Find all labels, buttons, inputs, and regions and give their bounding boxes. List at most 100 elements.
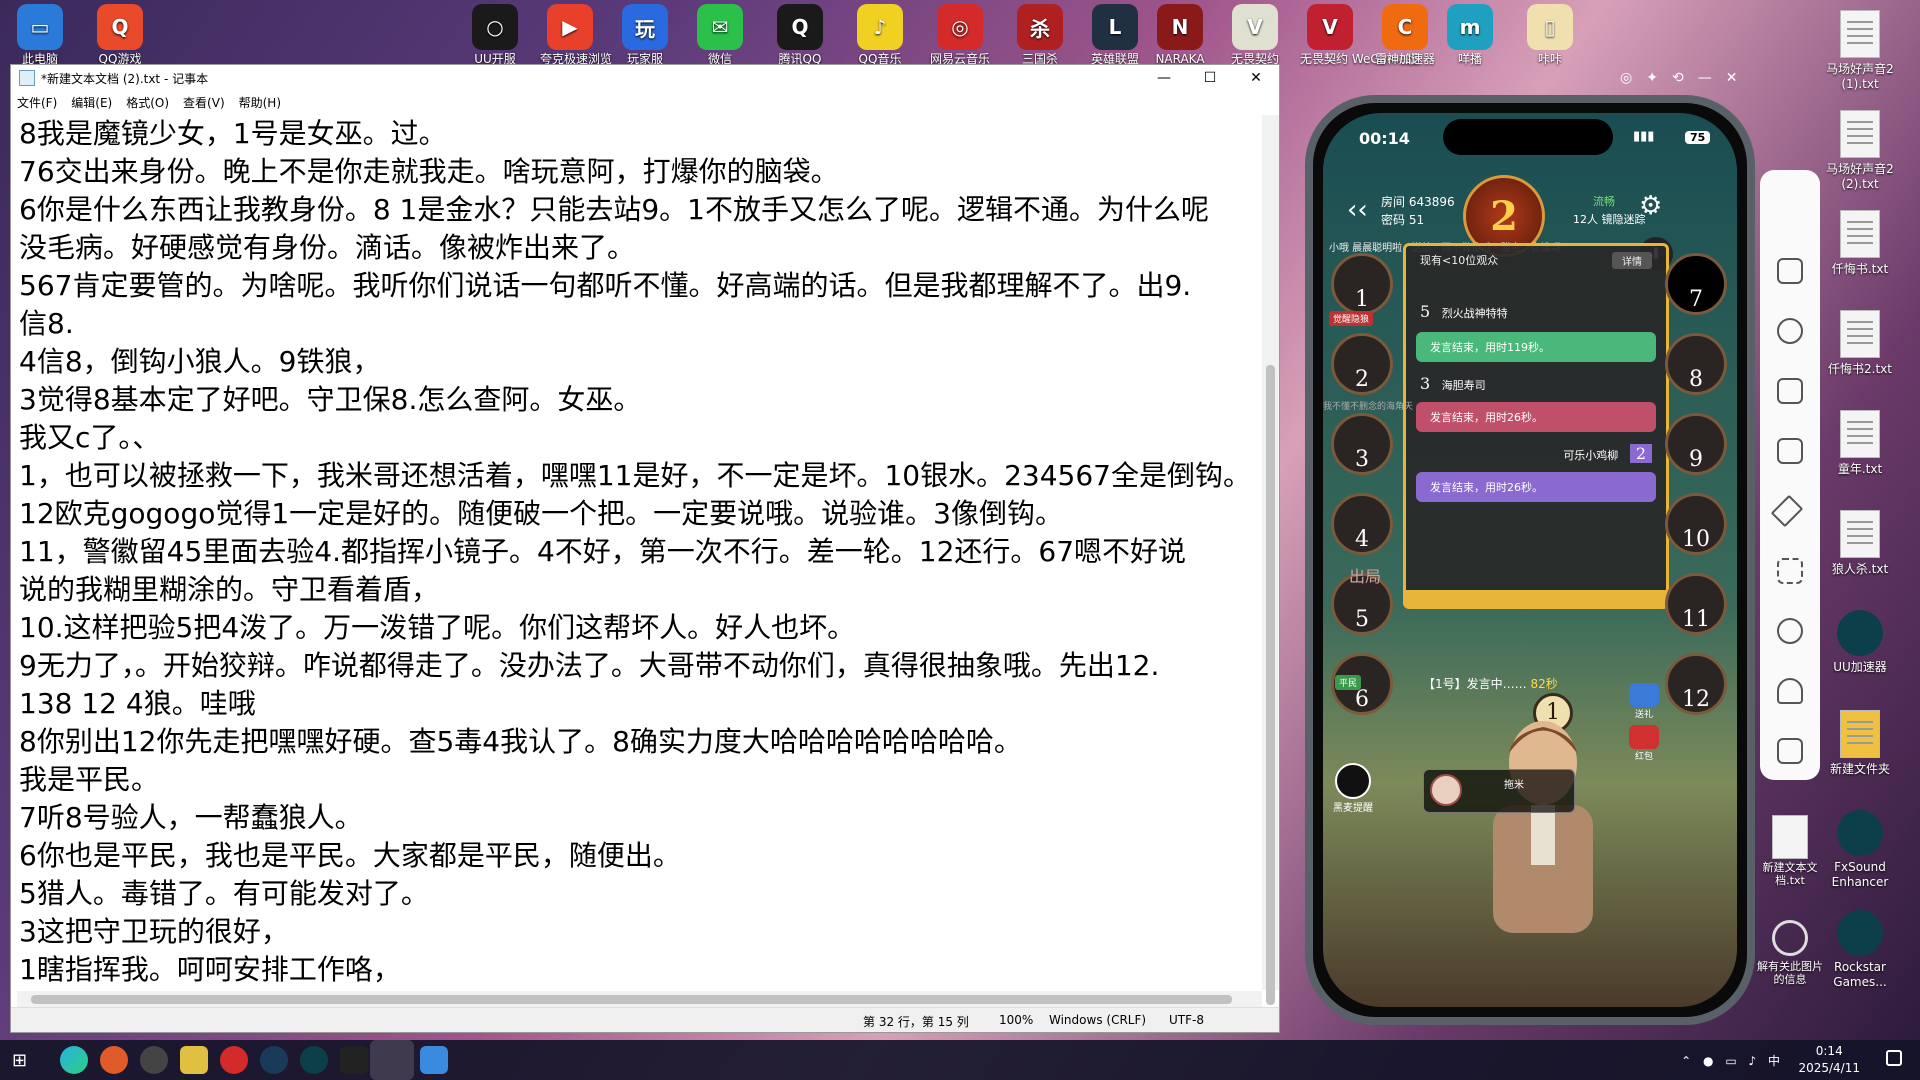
minimize-button[interactable]: —	[1141, 65, 1187, 91]
taskbar-clock[interactable]: 0:14 2025/4/11	[1798, 1043, 1860, 1077]
desktop-mid-icon-info[interactable]: 解有关此图片的信息	[1755, 920, 1825, 986]
desktop-icon[interactable]: ▯ 咔咔	[1520, 4, 1580, 66]
desktop-icon[interactable]: 马场好声音2 (2).txt	[1815, 110, 1905, 192]
desktop-icon[interactable]: V 无畏契约 WeGame版	[1300, 4, 1418, 66]
app-icon	[1837, 610, 1883, 656]
player-seat[interactable]: 8	[1665, 333, 1727, 395]
chat-message: 发言结束，用时26秒。	[1416, 402, 1656, 432]
gear-icon[interactable]: ⚙	[1639, 191, 1662, 221]
mic-button[interactable]: 黑麦提醒	[1333, 763, 1373, 814]
menu-help[interactable]: 帮助(H)	[239, 94, 281, 111]
menu-file[interactable]: 文件(F)	[17, 94, 57, 111]
chat-message: 发言结束，用时119秒。	[1416, 332, 1656, 362]
screenshot-icon[interactable]	[1777, 318, 1803, 344]
details-button[interactable]: 详情	[1612, 252, 1652, 269]
player-seat[interactable]: 4	[1331, 493, 1393, 555]
headset-icon[interactable]	[1777, 678, 1803, 704]
player-seat[interactable]: 2	[1331, 333, 1393, 395]
desktop-icon[interactable]: N NARAKA	[1150, 4, 1210, 66]
desktop-icon[interactable]: Q QQ游戏	[90, 4, 150, 66]
gift-button[interactable]: 送礼	[1629, 683, 1659, 720]
notepad-taskbar-icon[interactable]	[370, 1040, 414, 1080]
menu-format[interactable]: 格式(O)	[126, 94, 169, 111]
mirror-icon[interactable]	[420, 1046, 448, 1074]
desktop-icon[interactable]: Rockstar Games...	[1815, 910, 1905, 990]
game-icon[interactable]	[340, 1046, 368, 1074]
player-seat[interactable]: 1	[1331, 253, 1393, 315]
desktop-icon[interactable]: m 咩播	[1440, 4, 1500, 66]
desktop-icon[interactable]: ▶ 夸克极速浏览	[540, 4, 612, 66]
desktop-icon[interactable]: ▭ 此电脑	[10, 4, 70, 66]
minimize-icon[interactable]: —	[1698, 70, 1712, 86]
self-name: 拖米	[1504, 780, 1524, 791]
input-lang[interactable]: 中	[1768, 1054, 1780, 1068]
steam-alt-icon[interactable]	[140, 1046, 168, 1074]
desktop-icon[interactable]: 杀三国杀	[1010, 4, 1070, 66]
desktop-icon[interactable]: 仟悔书2.txt	[1815, 310, 1905, 377]
desktop-icon[interactable]: 马场好声音2 (1).txt	[1815, 10, 1905, 92]
player-seat[interactable]: 3	[1331, 413, 1393, 475]
desktop-icon-label: 马场好声音2 (2).txt	[1826, 162, 1894, 191]
tray-mic-icon[interactable]: ●	[1703, 1054, 1713, 1068]
owl-icon[interactable]	[180, 1046, 208, 1074]
start-icon[interactable]: ⊞	[12, 1050, 27, 1071]
desktop-icon[interactable]: 狼人杀.txt	[1815, 510, 1905, 577]
pin-icon[interactable]: ✦	[1646, 70, 1658, 86]
target-icon[interactable]: ◎	[1620, 70, 1632, 86]
screen-cast-icon[interactable]	[1777, 438, 1803, 464]
steam-icon[interactable]	[260, 1046, 288, 1074]
desktop-mid-icon-txt[interactable]: 新建文本文档.txt	[1755, 815, 1825, 887]
player-seat[interactable]: 7	[1665, 253, 1727, 315]
tray-volume-icon[interactable]: ♪	[1748, 1054, 1756, 1068]
desktop-icon[interactable]: Q 腾讯QQ	[770, 4, 830, 66]
desktop-icon[interactable]: ○ UU开服	[465, 4, 525, 66]
browser-icon[interactable]	[100, 1046, 128, 1074]
tray-up-icon[interactable]: ⌃	[1681, 1054, 1691, 1068]
vertical-scrollbar[interactable]	[1262, 115, 1279, 1005]
desktop-icon[interactable]: L 英雄联盟	[1085, 4, 1145, 66]
edge-icon[interactable]	[60, 1046, 88, 1074]
desktop-icon[interactable]: ✉ 微信	[690, 4, 750, 66]
menu-view[interactable]: 查看(V)	[183, 94, 225, 111]
scroll-thumb[interactable]	[31, 995, 1232, 1004]
redpacket-button[interactable]: 红包	[1629, 725, 1659, 762]
text-line: 我是平民。	[19, 763, 160, 796]
desktop-icon[interactable]: FxSound Enhancer	[1815, 810, 1905, 890]
desktop-icon[interactable]: 玩玩家服	[615, 4, 675, 66]
seat-badge-out: 出局	[1349, 567, 1382, 586]
horizontal-scrollbar[interactable]	[17, 991, 1262, 1008]
game-screen: 00:14 ▮▮▮ 75 ‹‹ 房间 643896 密码 51 2 流畅 12人…	[1323, 113, 1737, 1007]
history-icon[interactable]: ⟲	[1672, 70, 1684, 86]
desktop-icon[interactable]: C 雷神加速器	[1375, 4, 1435, 66]
cart-icon[interactable]	[1777, 738, 1803, 764]
text-line: 76交出来身份。晚上不是你走就我走。啥玩意阿，打爆你的脑袋。	[19, 155, 839, 188]
uu-icon[interactable]	[300, 1046, 328, 1074]
player-seat[interactable]: 10	[1665, 493, 1727, 555]
scroll-thumb[interactable]	[1266, 365, 1275, 1005]
desktop-icon[interactable]: 童年.txt	[1815, 410, 1905, 477]
maximize-button[interactable]: ☐	[1187, 65, 1233, 91]
desktop-icon[interactable]: 新建文件夹	[1815, 710, 1905, 777]
player-seat[interactable]: 11	[1665, 573, 1727, 635]
select-area-icon[interactable]	[1777, 558, 1803, 584]
tray-network-icon[interactable]: ▭	[1725, 1054, 1736, 1068]
text-editor[interactable]: 8我是魔镜少女，1号是女巫。过。 76交出来身份。晚上不是你走就我走。啥玩意阿，打…	[17, 115, 1259, 990]
menu-edit[interactable]: 编辑(E)	[71, 94, 112, 111]
close-icon[interactable]: ✕	[1726, 70, 1738, 86]
close-button[interactable]: ✕	[1233, 65, 1279, 91]
settings-icon[interactable]	[1777, 618, 1803, 644]
netease-music-icon[interactable]	[220, 1046, 248, 1074]
desktop-icon[interactable]: UU加速器	[1815, 610, 1905, 675]
phone-window-controls: ◎ ✦ ⟲ — ✕	[1620, 70, 1737, 86]
notification-icon[interactable]	[1886, 1050, 1902, 1066]
record-icon[interactable]	[1777, 378, 1803, 404]
desktop-icon[interactable]: V 无畏契约	[1225, 4, 1285, 66]
player-seat[interactable]: 12	[1665, 653, 1727, 715]
brush-icon[interactable]	[1770, 494, 1804, 528]
back-icon[interactable]: ‹‹	[1347, 195, 1368, 225]
desktop-icon[interactable]: ◎ 网易云音乐	[930, 4, 990, 66]
desktop-icon[interactable]: 仟悔书.txt	[1815, 210, 1905, 277]
desktop-icon[interactable]: ♪ QQ音乐	[850, 4, 910, 66]
player-seat[interactable]: 9	[1665, 413, 1727, 475]
expand-icon[interactable]	[1777, 258, 1803, 284]
